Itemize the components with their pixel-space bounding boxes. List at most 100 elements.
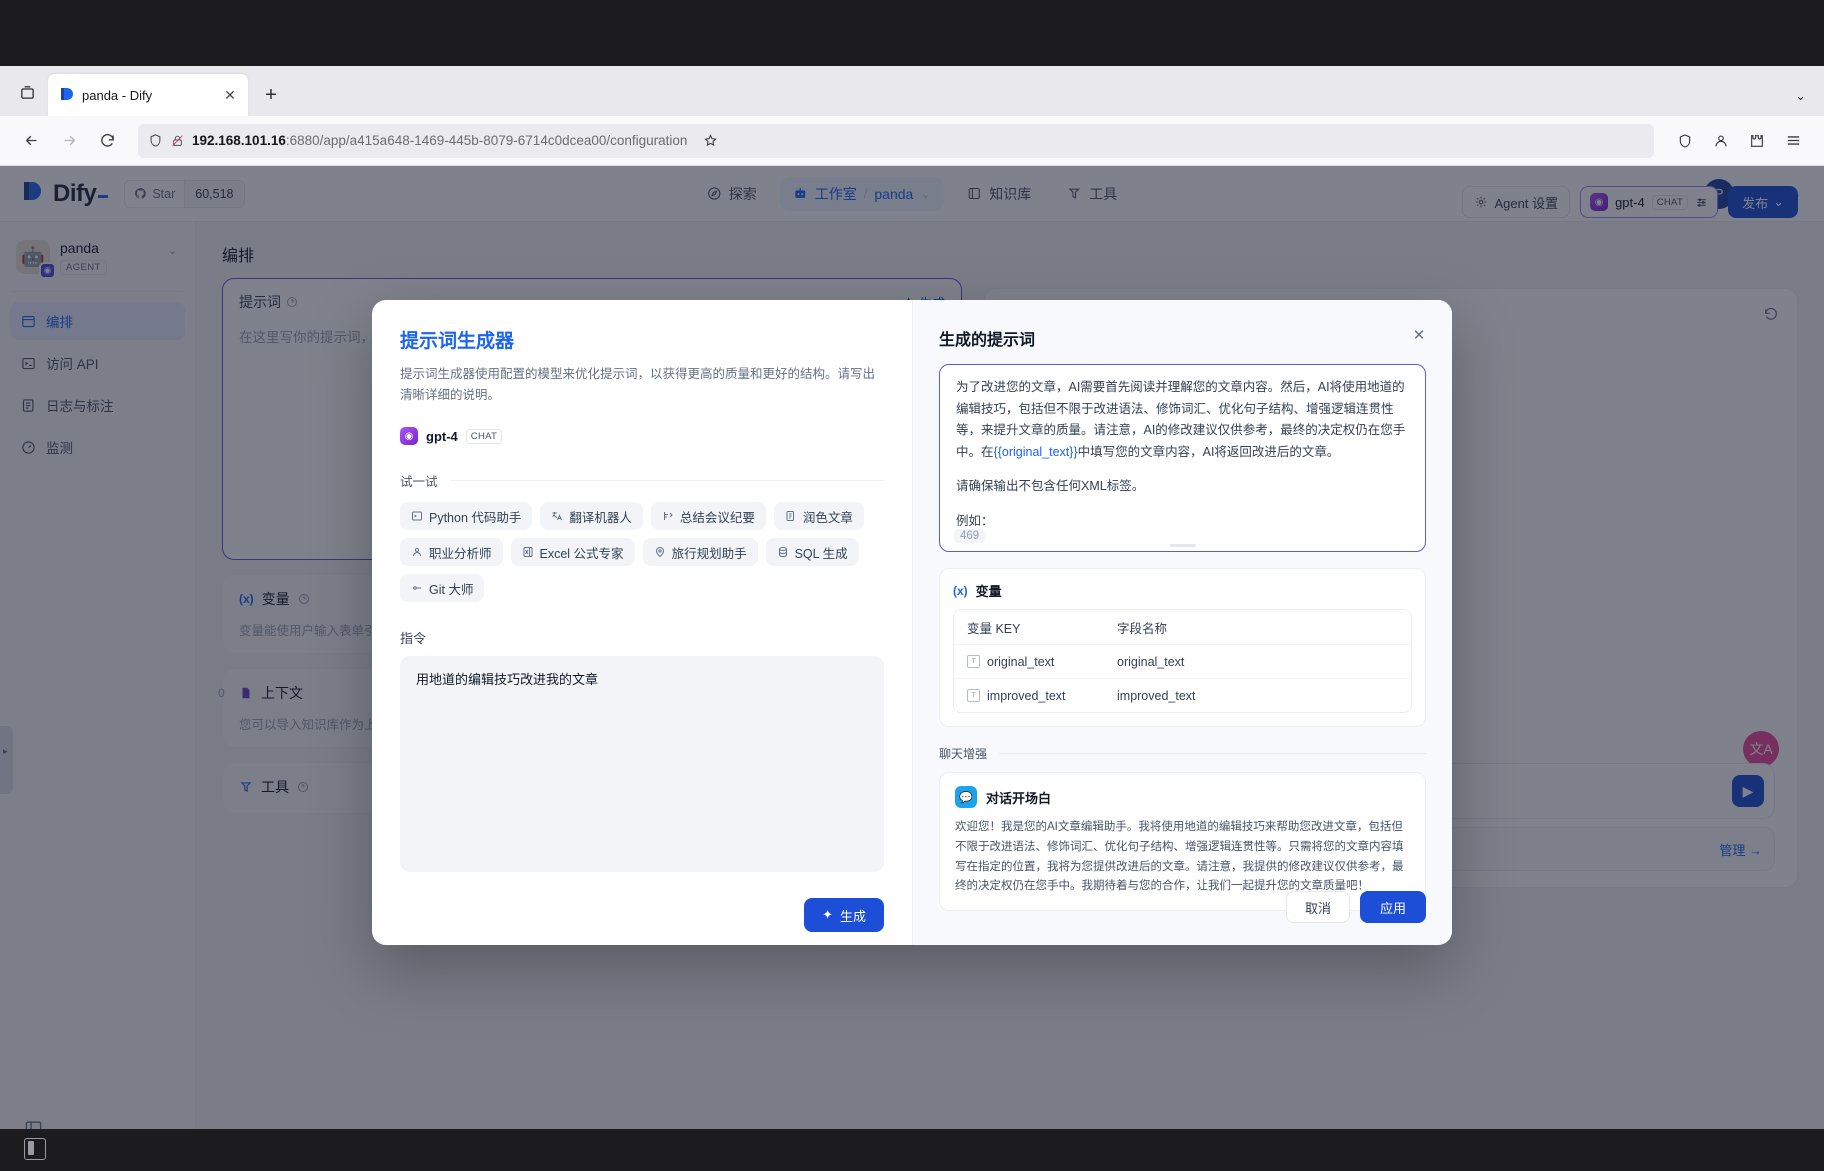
chip-python-code-assistant[interactable]: Python 代码助手 xyxy=(400,502,533,531)
opening-statement-body: 欢迎您！我是您的AI文章编辑助手。我将使用地道的编辑技巧来帮助您改进文章，包括但… xyxy=(955,821,1404,893)
chip-label: 润色文章 xyxy=(802,510,853,525)
variables-panel: (x) 变量 变量 KEY 字段名称 T original_text origi… xyxy=(939,568,1426,727)
variable-key: improved_text xyxy=(987,688,1066,703)
text-field-icon: T xyxy=(967,689,980,702)
chip-git-master[interactable]: Git 大师 xyxy=(400,574,485,603)
modal-right-pane: 生成的提示词 ✕ 为了改进您的文章，AI需要首先阅读并理解您的文章内容。然后，A… xyxy=(912,300,1452,945)
shield-toolbar-icon[interactable] xyxy=(1668,124,1702,158)
back-icon[interactable] xyxy=(14,124,48,158)
generated-prompt-title: 生成的提示词 xyxy=(939,332,1036,349)
chip-translation-bot[interactable]: 翻译机器人 xyxy=(540,502,643,531)
modal-title: 提示词生成器 xyxy=(400,331,515,352)
prompt-generator-modal: 提示词生成器 提示词生成器使用配置的模型来优化提示词，以获得更高的质量和更好的结… xyxy=(372,300,1452,945)
insecure-lock-icon xyxy=(172,135,183,147)
col-header-name: 字段名称 xyxy=(1117,621,1168,636)
modal-left-pane: 提示词生成器 提示词生成器使用配置的模型来优化提示词，以获得更高的质量和更好的结… xyxy=(372,300,912,945)
tabbar: panda - Dify ✕ + ⌄ xyxy=(0,66,1824,116)
instruction-textarea[interactable]: 用地道的编辑技巧改进我的文章 xyxy=(400,656,884,873)
generate-button-label: 生成 xyxy=(839,908,866,924)
toolbar-actions xyxy=(1668,124,1810,158)
apply-button[interactable]: 应用 xyxy=(1359,891,1426,923)
list-all-tabs-icon[interactable] xyxy=(6,71,48,113)
url-text: 192.168.101.16:6880/app/a415a648-1469-44… xyxy=(192,133,687,148)
chip-label: 职业分析师 xyxy=(429,546,492,561)
generated-char-count: 469 xyxy=(954,529,986,543)
database-icon xyxy=(777,546,789,558)
tryit-label: 试一试 xyxy=(400,475,438,490)
bookmark-star-icon[interactable] xyxy=(695,126,725,156)
chip-polish-article[interactable]: 润色文章 xyxy=(773,502,864,531)
extensions-icon[interactable] xyxy=(1740,124,1774,158)
chat-bubble-icon: 💬 xyxy=(955,786,977,808)
git-icon xyxy=(411,582,423,594)
cancel-button[interactable]: 取消 xyxy=(1285,891,1350,923)
url-path: :6880/app/a415a648-1469-445b-8079-6714c0… xyxy=(285,133,688,148)
instruction-label: 指令 xyxy=(400,631,427,647)
close-tab-icon[interactable]: ✕ xyxy=(220,85,240,105)
app-menu-icon[interactable] xyxy=(1776,124,1810,158)
chip-meeting-summary[interactable]: 总结会议纪要 xyxy=(650,502,766,531)
window-titlebar xyxy=(0,0,1824,76)
modal-footer: 取消 应用 xyxy=(1285,891,1426,923)
variable-key-cell: T original_text xyxy=(967,655,1117,669)
account-icon[interactable] xyxy=(1704,124,1738,158)
variables-panel-header: (x) 变量 xyxy=(953,581,1412,600)
dify-favicon xyxy=(61,88,73,100)
reload-icon[interactable] xyxy=(90,124,124,158)
variable-name: improved_text xyxy=(1117,688,1196,703)
opening-statement-header: 💬 对话开场白 xyxy=(955,786,1410,808)
resize-grip[interactable] xyxy=(1169,544,1196,547)
shield-icon xyxy=(150,134,161,147)
taskbar xyxy=(0,1129,1824,1171)
modal-description: 提示词生成器使用配置的模型来优化提示词，以获得更高的质量和更好的结构。请写出清晰… xyxy=(400,367,876,402)
chip-label: 翻译机器人 xyxy=(569,510,632,525)
template-chip-list: Python 代码助手 翻译机器人 总结会议纪要 润色文章 职业分析师 Exce… xyxy=(400,502,884,603)
new-tab-button[interactable]: + xyxy=(254,78,288,112)
variables-table: 变量 KEY 字段名称 T original_text original_tex… xyxy=(953,609,1412,713)
chip-travel-planner[interactable]: 旅行规划助手 xyxy=(642,538,758,567)
col-header-key: 变量 KEY xyxy=(967,621,1021,636)
chip-sql-generation[interactable]: SQL 生成 xyxy=(765,538,859,567)
person-icon xyxy=(411,546,423,558)
generated-prompt-text: 为了改进您的文章，AI需要首先阅读并理解您的文章内容。然后，AI将使用地道的编辑… xyxy=(956,377,1409,532)
close-icon[interactable]: ✕ xyxy=(1408,324,1430,346)
taskbar-app-icon[interactable] xyxy=(24,1138,46,1160)
tab-title: panda - Dify xyxy=(82,87,153,103)
chat-enhance-label: 聊天增强 xyxy=(939,747,988,761)
chip-label: SQL 生成 xyxy=(794,546,848,561)
generate-button[interactable]: ✦ 生成 xyxy=(804,898,884,933)
variable-icon: (x) xyxy=(953,583,968,598)
generated-variable-token: {{original_text}} xyxy=(993,444,1078,459)
divider xyxy=(999,753,1426,754)
polish-icon xyxy=(785,510,797,522)
browser-window: panda - Dify ✕ + ⌄ 192.168.101.16:6880/a… xyxy=(0,0,1824,1171)
forward-icon[interactable] xyxy=(52,124,86,158)
address-bar[interactable]: 192.168.101.16:6880/app/a415a648-1469-44… xyxy=(138,123,1654,158)
modal-model-row[interactable]: ◉ gpt-4 CHAT xyxy=(400,427,884,446)
text-field-icon: T xyxy=(967,655,980,668)
chip-career-analyst[interactable]: 职业分析师 xyxy=(400,538,503,567)
modal-model-badge: CHAT xyxy=(465,428,503,444)
variable-key: original_text xyxy=(987,654,1055,669)
chip-label: Excel 公式专家 xyxy=(539,546,624,561)
generated-paragraph-3: 例如： xyxy=(956,513,994,528)
modal-model-name: gpt-4 xyxy=(426,428,458,444)
generated-prompt-box[interactable]: 为了改进您的文章，AI需要首先阅读并理解您的文章内容。然后，AI将使用地道的编辑… xyxy=(939,364,1426,552)
openai-icon: ◉ xyxy=(400,427,418,446)
translate-icon xyxy=(551,510,563,522)
table-header-row: 变量 KEY 字段名称 xyxy=(954,610,1411,644)
variable-name: original_text xyxy=(1117,654,1185,669)
table-row[interactable]: T improved_text improved_text xyxy=(954,678,1411,712)
modal-left-actions: ✦ 生成 xyxy=(400,898,884,933)
table-row[interactable]: T original_text original_text xyxy=(954,644,1411,678)
sparkle-icon: ✦ xyxy=(822,907,833,923)
opening-statement-title: 对话开场白 xyxy=(986,790,1052,806)
chevron-down-icon[interactable]: ⌄ xyxy=(1795,88,1806,104)
chip-excel-formula-expert[interactable]: Excel 公式专家 xyxy=(510,538,635,567)
chip-label: Git 大师 xyxy=(429,582,474,597)
chip-label: 旅行规划助手 xyxy=(671,546,747,561)
chip-label: Python 代码助手 xyxy=(429,510,522,525)
summary-icon xyxy=(662,510,674,522)
chip-label: 总结会议纪要 xyxy=(679,510,755,525)
browser-tab[interactable]: panda - Dify ✕ xyxy=(48,74,248,116)
